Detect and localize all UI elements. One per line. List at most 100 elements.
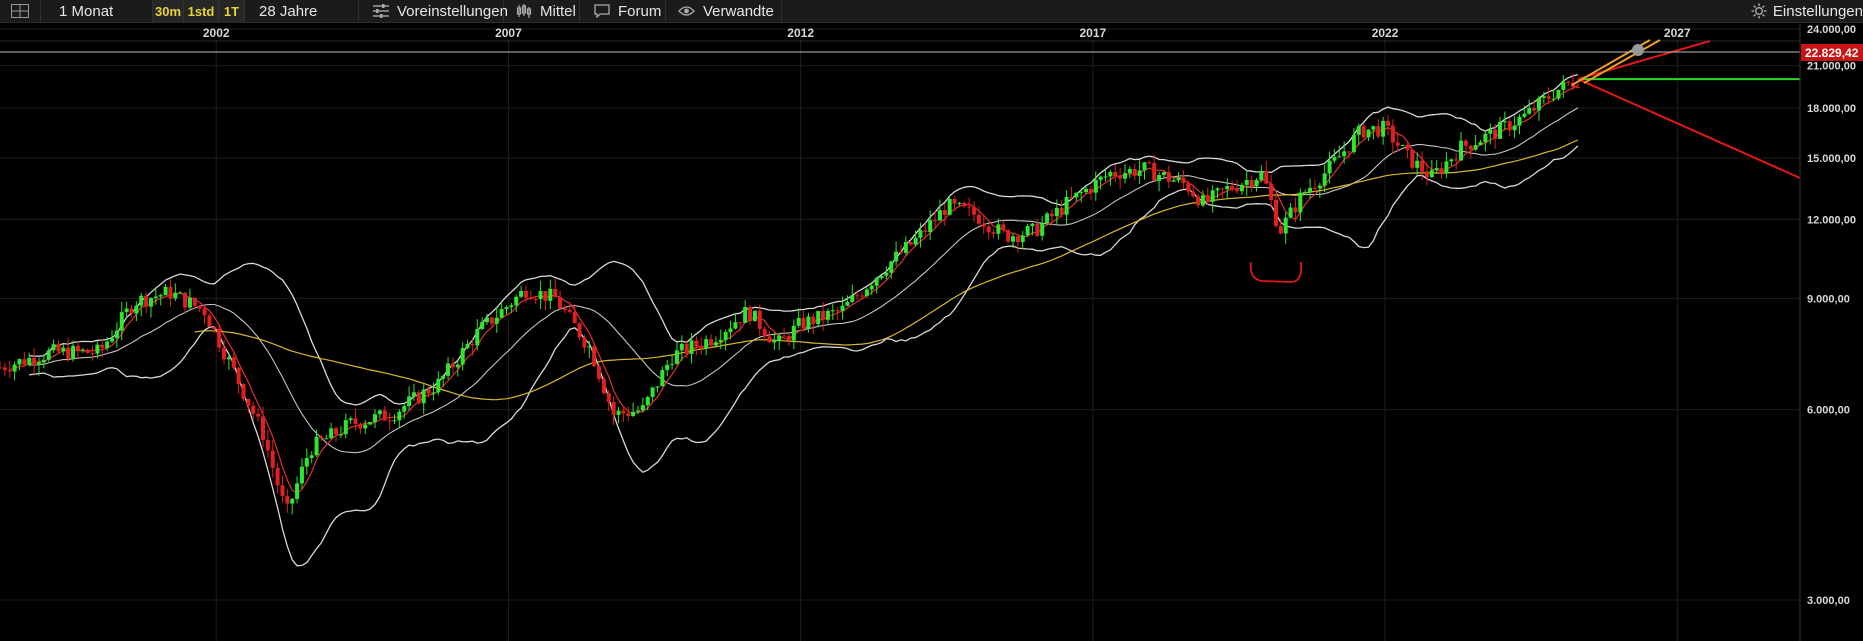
interval-1std[interactable]: 1std xyxy=(184,0,219,22)
bollinger-middle xyxy=(29,107,1579,454)
candle-body xyxy=(134,305,139,314)
candle-body xyxy=(265,439,270,451)
related-label: Verwandte xyxy=(703,2,774,20)
related-button[interactable]: Verwandte xyxy=(666,0,782,22)
candle-body xyxy=(509,305,514,308)
annotation-bracket xyxy=(1249,261,1303,283)
candle-body xyxy=(928,220,933,233)
candle-body xyxy=(762,328,767,337)
candle-body xyxy=(144,295,149,307)
candle-body xyxy=(699,346,704,349)
candle-body xyxy=(709,339,714,346)
candle-body xyxy=(694,340,699,347)
candle-body xyxy=(475,329,480,346)
candle-body xyxy=(295,483,300,499)
y-tick-label: 18.000,00 xyxy=(1807,103,1856,115)
candle-body xyxy=(1415,160,1420,168)
candle-body xyxy=(324,438,329,440)
sliders-icon xyxy=(373,4,389,18)
candle-body xyxy=(1244,179,1249,185)
candle-body xyxy=(752,310,757,322)
y-tick-label: 21.000,00 xyxy=(1807,61,1856,73)
candle-body xyxy=(1376,126,1381,137)
candle-body xyxy=(1429,170,1434,178)
toolbar: 1 Monat 30m 1std 1T 28 Jahre Voreinstell… xyxy=(0,0,1863,23)
candle-body xyxy=(1332,157,1337,161)
presets-button[interactable]: Voreinstellungen xyxy=(359,0,508,22)
candle-body xyxy=(777,335,782,341)
candle-body xyxy=(1522,113,1527,117)
layout-grid-button[interactable] xyxy=(0,0,41,22)
candle-body xyxy=(572,311,577,324)
candle-body xyxy=(275,467,280,486)
candle-body xyxy=(879,275,884,278)
x-tick-label: 2027 xyxy=(1664,26,1691,40)
interval-30m[interactable]: 30m xyxy=(153,0,184,22)
gear-icon xyxy=(1751,3,1767,19)
candle-body xyxy=(304,458,309,467)
candle-body xyxy=(343,420,348,435)
candle-body xyxy=(241,383,246,400)
candle-body xyxy=(36,362,41,365)
candle-body xyxy=(1463,140,1468,146)
candle-body xyxy=(1356,126,1361,135)
candlestick-icon xyxy=(516,4,532,18)
x-tick-label: 2012 xyxy=(787,26,814,40)
candle-body xyxy=(1152,163,1157,181)
candle-body xyxy=(139,295,144,306)
candle-body xyxy=(538,291,543,300)
candle-body xyxy=(1040,223,1045,236)
presets-label: Voreinstellungen xyxy=(397,2,508,20)
price-chart[interactable]: 24.000,00 21.000,00 18.000,00 15.000,00 12.0… xyxy=(0,23,1863,641)
candle-body xyxy=(1337,156,1342,158)
x-tick-label: 2022 xyxy=(1372,26,1399,40)
candle-body xyxy=(913,237,918,245)
candle-body xyxy=(251,405,256,414)
candle-body xyxy=(1020,235,1025,243)
candle-body xyxy=(1259,170,1264,180)
candle-body xyxy=(860,295,865,297)
interval-1t[interactable]: 1T xyxy=(219,0,245,22)
candle-body xyxy=(626,413,631,417)
candle-body xyxy=(353,418,358,424)
candle-body xyxy=(246,399,251,406)
candle-body xyxy=(441,375,446,379)
candle-body xyxy=(937,210,942,221)
period-select[interactable]: 1 Monat xyxy=(41,0,153,22)
candle-body xyxy=(830,310,835,312)
candle-body xyxy=(158,295,163,297)
candle-body xyxy=(1098,176,1103,180)
candle-body xyxy=(260,416,265,440)
candle-body xyxy=(387,420,392,422)
candle-body xyxy=(1483,133,1488,143)
candle-body xyxy=(75,345,80,351)
candle-body xyxy=(187,297,192,308)
forum-label: Forum xyxy=(618,2,662,20)
candle-body xyxy=(338,434,343,436)
indicator-button[interactable]: Mittel xyxy=(504,0,580,22)
candle-body xyxy=(1264,170,1269,184)
candle-body xyxy=(485,317,490,323)
candle-body xyxy=(309,455,314,459)
candle-body xyxy=(1561,81,1566,90)
candle-body xyxy=(1161,172,1166,175)
candle-body xyxy=(95,344,100,354)
chart-grid xyxy=(0,28,1800,641)
candle-body xyxy=(1147,162,1152,164)
bollinger-lower xyxy=(29,145,1579,567)
forum-button[interactable]: Forum xyxy=(580,0,666,22)
y-tick-label: 12.000,00 xyxy=(1807,214,1856,226)
range-select[interactable]: 28 Jahre xyxy=(245,0,359,22)
settings-button[interactable]: Einstellungen xyxy=(1751,0,1863,22)
candle-body xyxy=(840,305,845,312)
candle-body xyxy=(660,370,665,387)
candle-body xyxy=(397,411,402,421)
candle-body xyxy=(733,322,738,329)
candle-body xyxy=(192,297,197,306)
candle-body xyxy=(1059,207,1064,215)
candle-body xyxy=(845,301,850,306)
candle-body xyxy=(1420,160,1425,172)
candle-body xyxy=(811,316,816,324)
grid-icon xyxy=(11,4,29,18)
candle-body xyxy=(640,405,645,411)
